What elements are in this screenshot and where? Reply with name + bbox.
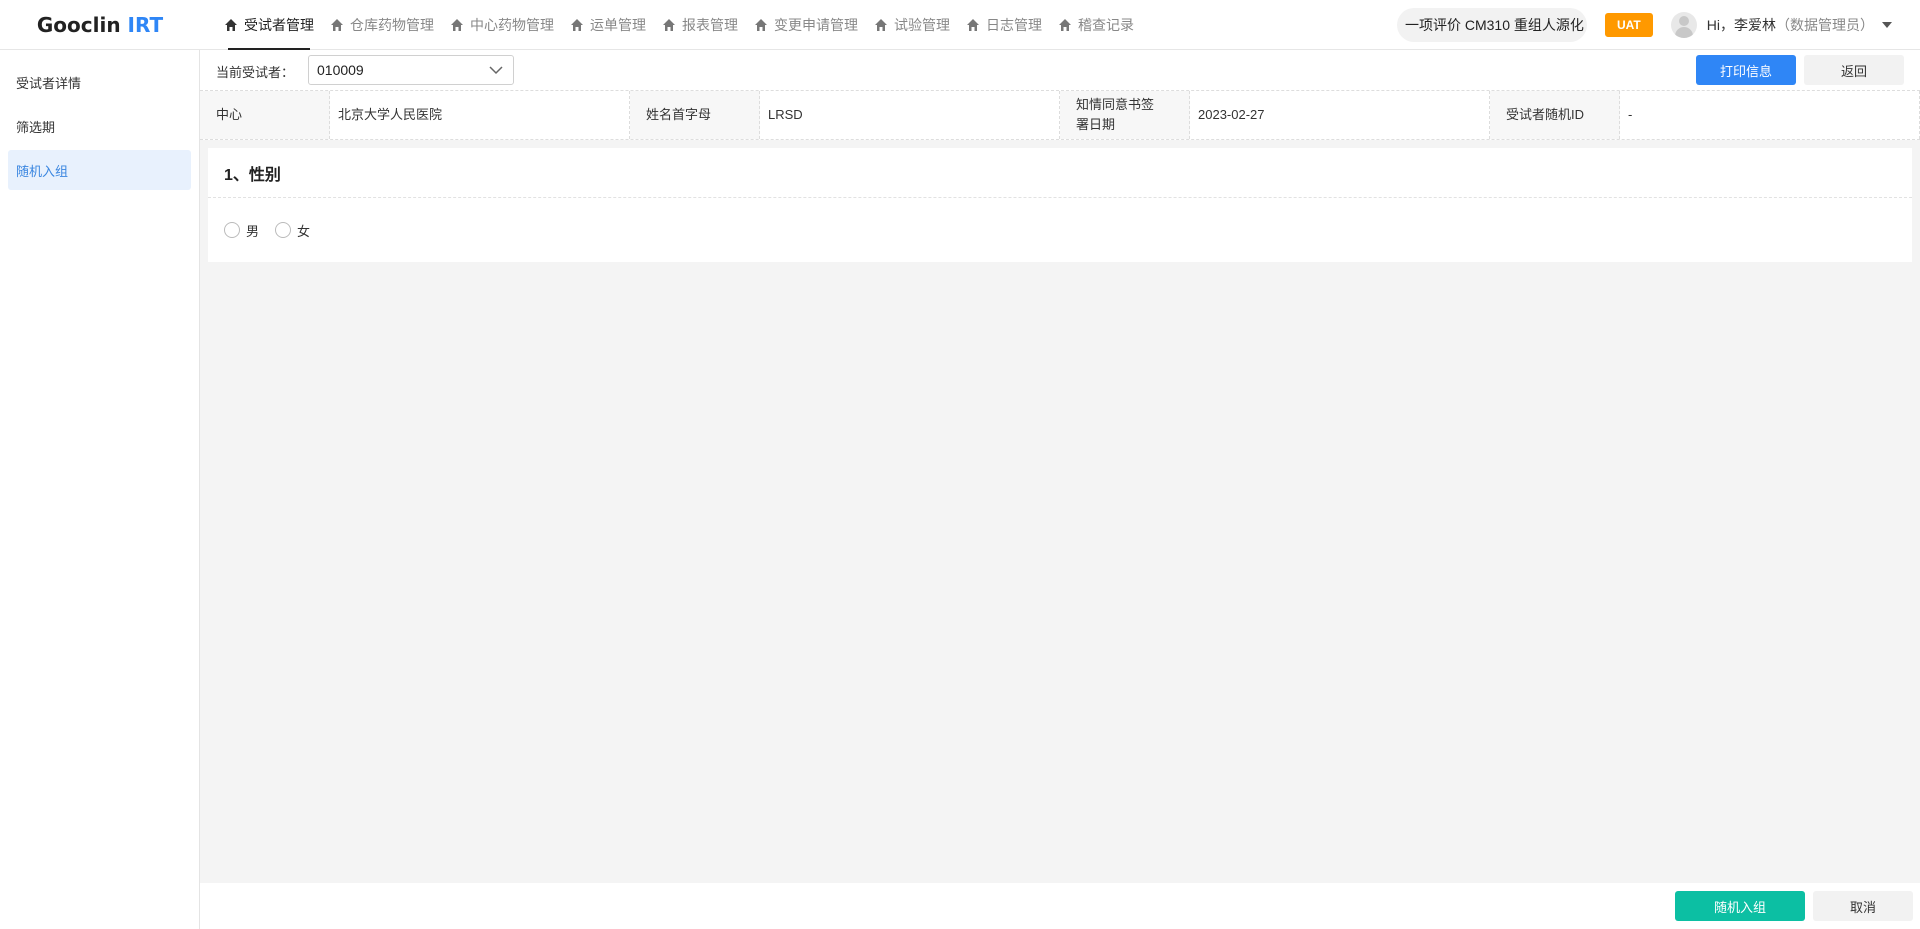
nav-item-label: 受试者管理 xyxy=(244,16,314,33)
nav-item-center-drug[interactable]: 中心药物管理 xyxy=(442,0,562,50)
home-icon xyxy=(874,18,888,32)
sidebar-item-subject-details[interactable]: 受试者详情 xyxy=(8,62,191,102)
nav-item-subject-management[interactable]: 受试者管理 xyxy=(216,0,322,50)
nav-item-label: 运单管理 xyxy=(590,16,646,33)
logo-main-text: Gooclin xyxy=(36,12,121,37)
nav-item-label: 试验管理 xyxy=(894,16,950,33)
nav-item-label: 仓库药物管理 xyxy=(350,16,434,33)
sidebar-item-randomization[interactable]: 随机入组 xyxy=(8,150,191,190)
random-id-label: 受试者随机ID xyxy=(1490,91,1620,139)
radio-label: 女 xyxy=(297,223,311,239)
nav-item-change-request[interactable]: 变更申请管理 xyxy=(746,0,866,50)
project-selector[interactable]: 一项评价 CM310 重组人源化 xyxy=(1396,8,1587,42)
nav-item-label: 报表管理 xyxy=(682,16,738,33)
current-subject-value: 010009 xyxy=(317,62,364,78)
gender-option-male[interactable]: 男 xyxy=(224,221,259,240)
logo-accent-text: IRT xyxy=(127,12,164,37)
form-footer: 随机入组 取消 xyxy=(200,883,1920,929)
home-icon xyxy=(1058,18,1072,32)
avatar[interactable] xyxy=(1670,12,1697,38)
back-button[interactable]: 返回 xyxy=(1804,55,1904,85)
radio-button[interactable] xyxy=(275,222,292,238)
nav-item-label: 变更申请管理 xyxy=(774,16,858,33)
nav-item-trial[interactable]: 试验管理 xyxy=(866,0,958,50)
center-value: 北京大学人民医院 xyxy=(330,91,630,139)
user-greeting[interactable]: Hi，李爱林（数据管理员） xyxy=(1707,15,1874,35)
home-icon xyxy=(754,18,768,32)
subject-info-row: 中心 北京大学人民医院 姓名首字母 LRSD 知情同意书签署日期 2023-02… xyxy=(200,90,1920,140)
nav-item-logs[interactable]: 日志管理 xyxy=(958,0,1050,50)
sidebar-item-screening[interactable]: 筛选期 xyxy=(8,106,191,146)
radio-button[interactable] xyxy=(224,222,240,238)
chevron-down-icon xyxy=(489,66,503,75)
initials-label: 姓名首字母 xyxy=(630,91,760,139)
home-icon xyxy=(224,18,238,32)
consent-date-label: 知情同意书签署日期 xyxy=(1060,91,1190,139)
gender-radio-group: 男 女 xyxy=(208,198,1912,262)
caret-down-icon[interactable] xyxy=(1882,22,1892,28)
consent-date-value: 2023-02-27 xyxy=(1190,91,1490,139)
center-label: 中心 xyxy=(200,91,330,139)
main-menu: 受试者管理 仓库药物管理 中心药物管理 运单管理 报表管理 变更申请管理 试验管… xyxy=(216,0,1142,50)
consent-date-label-text: 知情同意书签署日期 xyxy=(1076,97,1155,132)
nav-item-waybill[interactable]: 运单管理 xyxy=(562,0,654,50)
env-badge: UAT xyxy=(1604,13,1653,37)
sidebar-item-label: 随机入组 xyxy=(16,163,69,179)
question-title: 1、性别 xyxy=(208,148,1912,198)
home-icon xyxy=(330,18,344,32)
nav-item-audit[interactable]: 稽查记录 xyxy=(1050,0,1142,50)
user-name: Hi，李爱林 xyxy=(1706,17,1776,33)
app-logo[interactable]: Gooclin IRT xyxy=(0,13,200,37)
print-info-button[interactable]: 打印信息 xyxy=(1696,55,1796,85)
nav-item-label: 中心药物管理 xyxy=(470,16,554,33)
main-content: 当前受试者： 010009 打印信息 返回 中心 北京大学人民医院 姓名首字母 … xyxy=(200,50,1920,929)
randomize-button[interactable]: 随机入组 xyxy=(1675,891,1805,921)
home-icon xyxy=(570,18,584,32)
current-subject-label: 当前受试者： xyxy=(216,65,295,80)
top-navbar: Gooclin IRT 受试者管理 仓库药物管理 中心药物管理 运单管理 报表管… xyxy=(0,0,1920,50)
sidebar: 受试者详情 筛选期 随机入组 xyxy=(0,50,200,929)
sidebar-item-label: 筛选期 xyxy=(16,119,56,135)
subject-toolbar: 当前受试者： 010009 打印信息 返回 xyxy=(200,50,1920,90)
nav-item-reports[interactable]: 报表管理 xyxy=(654,0,746,50)
gender-option-female[interactable]: 女 xyxy=(275,221,310,240)
home-icon xyxy=(966,18,980,32)
home-icon xyxy=(450,18,464,32)
question-card: 1、性别 男 女 xyxy=(208,148,1912,262)
current-subject-select[interactable]: 010009 xyxy=(308,55,514,85)
sidebar-item-label: 受试者详情 xyxy=(16,75,82,91)
home-icon xyxy=(662,18,676,32)
nav-item-label: 日志管理 xyxy=(986,16,1042,33)
random-id-value: - xyxy=(1620,91,1920,139)
user-role: （数据管理员） xyxy=(1776,17,1874,33)
header-right: 一项评价 CM310 重组人源化 UAT Hi，李爱林（数据管理员） xyxy=(1396,0,1920,50)
cancel-button[interactable]: 取消 xyxy=(1813,891,1913,921)
radio-label: 男 xyxy=(246,223,260,239)
initials-value: LRSD xyxy=(760,91,1060,139)
nav-item-warehouse-drug[interactable]: 仓库药物管理 xyxy=(322,0,442,50)
nav-item-label: 稽查记录 xyxy=(1078,16,1134,33)
